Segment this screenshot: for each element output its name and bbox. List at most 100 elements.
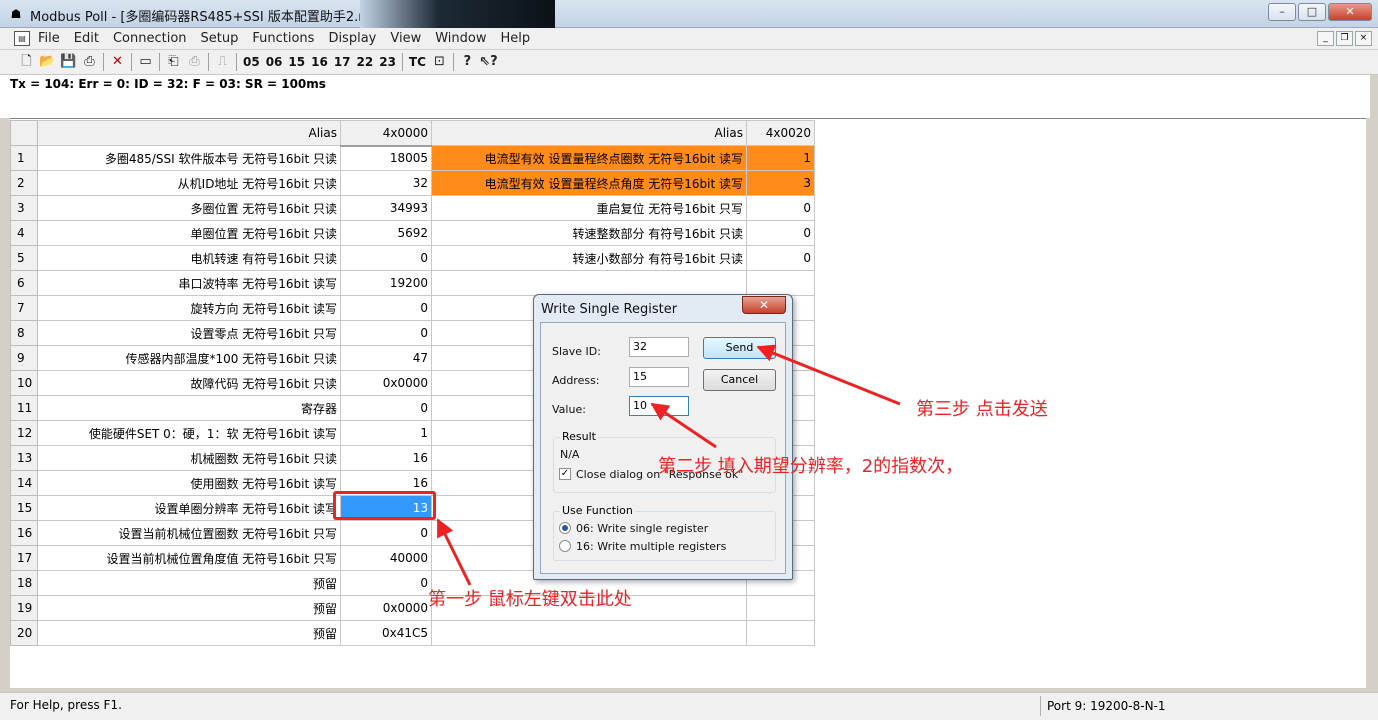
minimize-button[interactable]: – — [1268, 3, 1296, 21]
menu-functions[interactable]: Functions — [252, 31, 314, 46]
menu-connection[interactable]: Connection — [113, 31, 187, 46]
alias-cell[interactable]: 传感器内部温度*100 无符号16bit 只读 — [37, 345, 341, 371]
func16-radio[interactable] — [559, 540, 571, 552]
register-value-cell[interactable]: 1 — [340, 420, 432, 446]
alias2-cell[interactable] — [431, 620, 747, 646]
func-05-button[interactable]: 05 — [240, 52, 263, 72]
register-value-cell[interactable]: 0 — [340, 295, 432, 321]
register-value-cell[interactable]: 5692 — [340, 220, 432, 246]
alias-cell[interactable]: 预留 — [37, 570, 341, 596]
close-on-response-checkbox[interactable]: ✓ — [559, 468, 571, 480]
func-16-button[interactable]: 16 — [308, 52, 331, 72]
mdi-restore-button[interactable]: ❐ — [1336, 31, 1353, 46]
alias-cell[interactable]: 多圈位置 无符号16bit 只读 — [37, 195, 341, 221]
register-column-header[interactable]: 4x0000 — [340, 120, 432, 147]
alias-cell[interactable]: 预留 — [37, 620, 341, 646]
address-input[interactable]: 15 — [629, 367, 689, 387]
register2-value-cell[interactable]: 0 — [746, 220, 815, 246]
register-value-cell[interactable]: 32 — [340, 170, 432, 196]
chart-icon[interactable]: ⊡ — [429, 52, 450, 72]
alias2-cell[interactable]: 转速整数部分 有符号16bit 只读 — [431, 220, 747, 246]
alias-cell[interactable]: 设置当前机械位置圈数 无符号16bit 只写 — [37, 520, 341, 546]
func16-label[interactable]: 16: Write multiple registers — [576, 540, 726, 553]
alias-cell[interactable]: 寄存器 — [37, 395, 341, 421]
value-input[interactable]: 10 — [629, 396, 689, 416]
alias2-cell[interactable] — [431, 270, 747, 296]
alias-cell[interactable]: 旋转方向 无符号16bit 读写 — [37, 295, 341, 321]
menu-display[interactable]: Display — [328, 31, 376, 46]
alias-cell[interactable]: 单圈位置 无符号16bit 只读 — [37, 220, 341, 246]
alias-column-header[interactable]: Alias — [37, 120, 341, 146]
register-value-cell[interactable]: 0x0000 — [340, 595, 432, 621]
menu-setup[interactable]: Setup — [201, 31, 239, 46]
register-value-cell[interactable]: 16 — [340, 445, 432, 471]
register2-value-cell[interactable] — [746, 620, 815, 646]
alias-cell[interactable]: 使能硬件SET 0：硬，1：软 无符号16bit 读写 — [37, 420, 341, 446]
register-value-cell[interactable]: 0 — [340, 320, 432, 346]
slave-id-input[interactable]: 32 — [629, 337, 689, 357]
cancel-button[interactable]: Cancel — [703, 369, 776, 391]
tc-button[interactable]: TC — [406, 52, 429, 72]
context-help-icon[interactable]: ⇖? — [478, 52, 499, 72]
new-file-icon[interactable]: 🗋 — [16, 52, 37, 72]
alias-cell[interactable]: 机械圈数 无符号16bit 只读 — [37, 445, 341, 471]
print-icon[interactable]: ⎙ — [79, 52, 100, 72]
register-value-cell[interactable]: 19200 — [340, 270, 432, 296]
alias-cell[interactable]: 多圈485/SSI 软件版本号 无符号16bit 只读 — [37, 145, 341, 171]
menu-edit[interactable]: Edit — [74, 31, 99, 46]
func-23-button[interactable]: 23 — [376, 52, 399, 72]
alias-cell[interactable]: 设置单圈分辨率 无符号16bit 读写 — [37, 495, 341, 521]
register-value-cell[interactable]: 18005 — [340, 145, 432, 171]
alias-cell[interactable]: 设置零点 无符号16bit 只写 — [37, 320, 341, 346]
register2-value-cell[interactable] — [746, 270, 815, 296]
delete-x-icon[interactable]: ✕ — [107, 52, 128, 72]
send-button[interactable]: Send — [703, 337, 776, 359]
alias-cell[interactable]: 故障代码 无符号16bit 只读 — [37, 370, 341, 396]
register2-value-cell[interactable]: 1 — [746, 145, 815, 171]
alias-cell[interactable]: 预留 — [37, 595, 341, 621]
printer-disabled-icon[interactable]: ⎙ — [184, 52, 205, 72]
close-button[interactable]: ✕ — [1328, 3, 1372, 21]
save-icon[interactable]: 💾 — [58, 52, 79, 72]
register-value-cell[interactable]: 0x0000 — [340, 370, 432, 396]
maximize-button[interactable]: □ — [1298, 3, 1326, 21]
menu-window[interactable]: Window — [435, 31, 486, 46]
alias-cell[interactable]: 使用圈数 无符号16bit 读写 — [37, 470, 341, 496]
register-value-cell[interactable]: 0 — [340, 245, 432, 271]
register-value-cell[interactable]: 34993 — [340, 195, 432, 221]
func06-label[interactable]: 06: Write single register — [576, 522, 708, 535]
window-icon[interactable]: ▭ — [135, 52, 156, 72]
alias-cell[interactable]: 串口波特率 无符号16bit 读写 — [37, 270, 341, 296]
modbus-poll-app-icon[interactable]: ☗ — [8, 6, 24, 22]
register2-value-cell[interactable]: 0 — [746, 195, 815, 221]
alias2-column-header[interactable]: Alias — [431, 120, 747, 146]
mdi-close-button[interactable]: × — [1355, 31, 1372, 46]
register-value-cell[interactable]: 0 — [340, 395, 432, 421]
read-write-icon[interactable]: ⎗ — [163, 52, 184, 72]
dialog-close-button[interactable]: ✕ — [742, 296, 786, 314]
menu-help[interactable]: Help — [500, 31, 530, 46]
register-value-cell[interactable]: 0 — [340, 520, 432, 546]
menu-file[interactable]: File — [38, 31, 60, 46]
alias2-cell[interactable]: 电流型有效 设置量程终点角度 无符号16bit 读写 — [431, 170, 747, 196]
register2-value-cell[interactable]: 0 — [746, 245, 815, 271]
document-icon[interactable]: ▤ — [14, 31, 30, 46]
func06-radio[interactable] — [559, 522, 571, 534]
alias2-cell[interactable]: 转速小数部分 有符号16bit 只读 — [431, 245, 747, 271]
func-22-button[interactable]: 22 — [354, 52, 377, 72]
register2-value-cell[interactable] — [746, 595, 815, 621]
func-15-button[interactable]: 15 — [285, 52, 308, 72]
register2-column-header[interactable]: 4x0020 — [746, 120, 815, 146]
pulse-icon[interactable]: ⎍ — [212, 52, 233, 72]
alias2-cell[interactable]: 重启复位 无符号16bit 只写 — [431, 195, 747, 221]
help-icon[interactable]: ? — [457, 52, 478, 72]
alias2-cell[interactable]: 电流型有效 设置量程终点圈数 无符号16bit 读写 — [431, 145, 747, 171]
menu-view[interactable]: View — [390, 31, 421, 46]
register2-value-cell[interactable]: 3 — [746, 170, 815, 196]
register-value-cell[interactable]: 40000 — [340, 545, 432, 571]
register-value-cell[interactable]: 0x41C5 — [340, 620, 432, 646]
register-value-cell[interactable]: 47 — [340, 345, 432, 371]
alias-cell[interactable]: 电机转速 有符号16bit 只读 — [37, 245, 341, 271]
alias-cell[interactable]: 从机ID地址 无符号16bit 只读 — [37, 170, 341, 196]
register-value-cell[interactable]: 0 — [340, 570, 432, 596]
